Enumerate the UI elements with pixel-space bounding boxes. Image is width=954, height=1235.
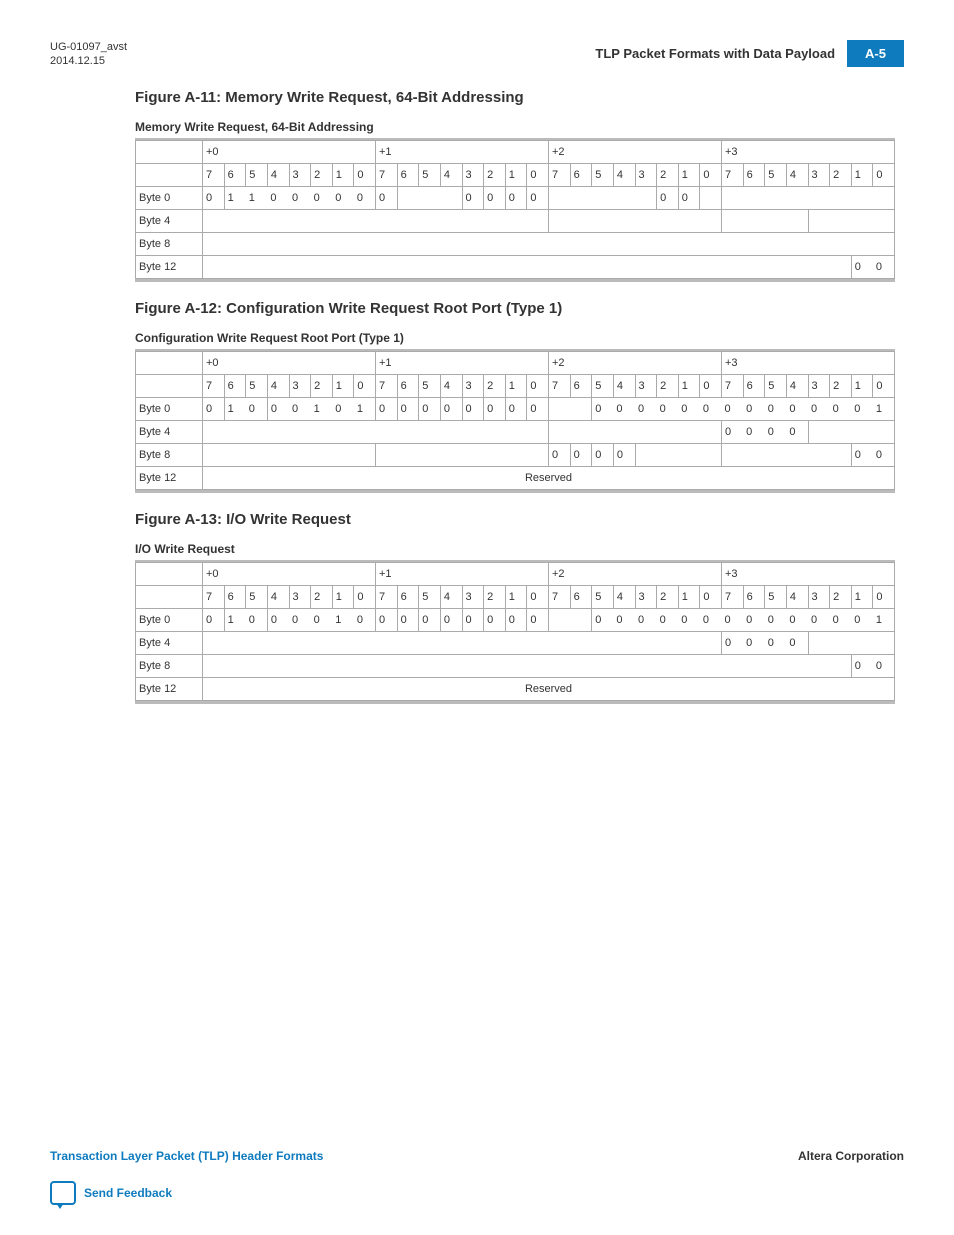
bit-row: 76543210 76543210 76543210 76543210 (136, 585, 895, 608)
doc-id: UG-01097_avst (50, 40, 127, 54)
figure-title: Figure A-12: Configuration Write Request… (135, 300, 904, 317)
feedback-label: Send Feedback (84, 1186, 172, 1200)
footer-link[interactable]: Transaction Layer Packet (TLP) Header Fo… (50, 1149, 323, 1163)
table-row: Byte 0 01000010 00000000 000000 00000001 (136, 608, 895, 631)
bit-row: 76543210 76543210 76543210 76543210 (136, 374, 895, 397)
offset-row: +0 +1 +2 +3 (136, 351, 895, 374)
tlp-table-cfg-write: +0 +1 +2 +3 76543210 76543210 76543210 7… (135, 351, 895, 490)
row-label: Byte 4 (136, 209, 203, 232)
table-row: Byte 12 Reserved (136, 677, 895, 700)
doc-date: 2014.12.15 (50, 54, 127, 68)
rule (135, 279, 895, 282)
bit-row: 76543210 76543210 76543210 76543210 (136, 163, 895, 186)
figure-caption: Memory Write Request, 64-Bit Addressing (135, 120, 904, 134)
feedback-icon (50, 1181, 76, 1205)
tlp-table-mem-write-64: +0 +1 +2 +3 76543210 76543210 76543210 7… (135, 140, 895, 279)
table-row: Byte 0 01000101 00000000 000000 00000001 (136, 397, 895, 420)
table-row: Byte 4 0000 (136, 420, 895, 443)
offset-cell: +0 (203, 140, 376, 163)
page-number-tag: A-5 (847, 40, 904, 67)
page-title: TLP Packet Formats with Data Payload (595, 46, 835, 61)
rule (135, 701, 895, 704)
tlp-table-io-write: +0 +1 +2 +3 76543210 76543210 76543210 7… (135, 562, 895, 701)
send-feedback-link[interactable]: Send Feedback (50, 1181, 904, 1205)
reserved-label: Reserved (203, 677, 895, 700)
table-row: Byte 4 0000 (136, 631, 895, 654)
page-header: UG-01097_avst 2014.12.15 TLP Packet Form… (50, 40, 904, 69)
row-label: Byte 8 (136, 232, 203, 255)
table-row: Byte 8 0000 00 (136, 443, 895, 466)
table-row: Byte 8 00 (136, 654, 895, 677)
row-label: Byte 12 (136, 255, 203, 278)
rule (135, 490, 895, 493)
table-row: Byte 4 (136, 209, 895, 232)
footer-corp: Altera Corporation (798, 1149, 904, 1163)
table-row: Byte 12 Reserved (136, 466, 895, 489)
page-footer: Transaction Layer Packet (TLP) Header Fo… (50, 1149, 904, 1205)
offset-cell: +2 (549, 140, 722, 163)
table-row: Byte 12 00 (136, 255, 895, 278)
reserved-label: Reserved (203, 466, 895, 489)
table-row: Byte 0 01100000 00000 00 (136, 186, 895, 209)
offset-row: +0 +1 +2 +3 (136, 140, 895, 163)
row-label: Byte 0 (136, 186, 203, 209)
offset-row: +0 +1 +2 +3 (136, 562, 895, 585)
offset-cell: +3 (722, 140, 895, 163)
offset-cell: +1 (376, 140, 549, 163)
doc-meta: UG-01097_avst 2014.12.15 (50, 40, 127, 69)
figure-caption: Configuration Write Request Root Port (T… (135, 331, 904, 345)
figure-title: Figure A-11: Memory Write Request, 64-Bi… (135, 89, 904, 106)
bit-cell: 7 (203, 163, 225, 186)
table-row: Byte 8 (136, 232, 895, 255)
figure-caption: I/O Write Request (135, 542, 904, 556)
figure-title: Figure A-13: I/O Write Request (135, 511, 904, 528)
